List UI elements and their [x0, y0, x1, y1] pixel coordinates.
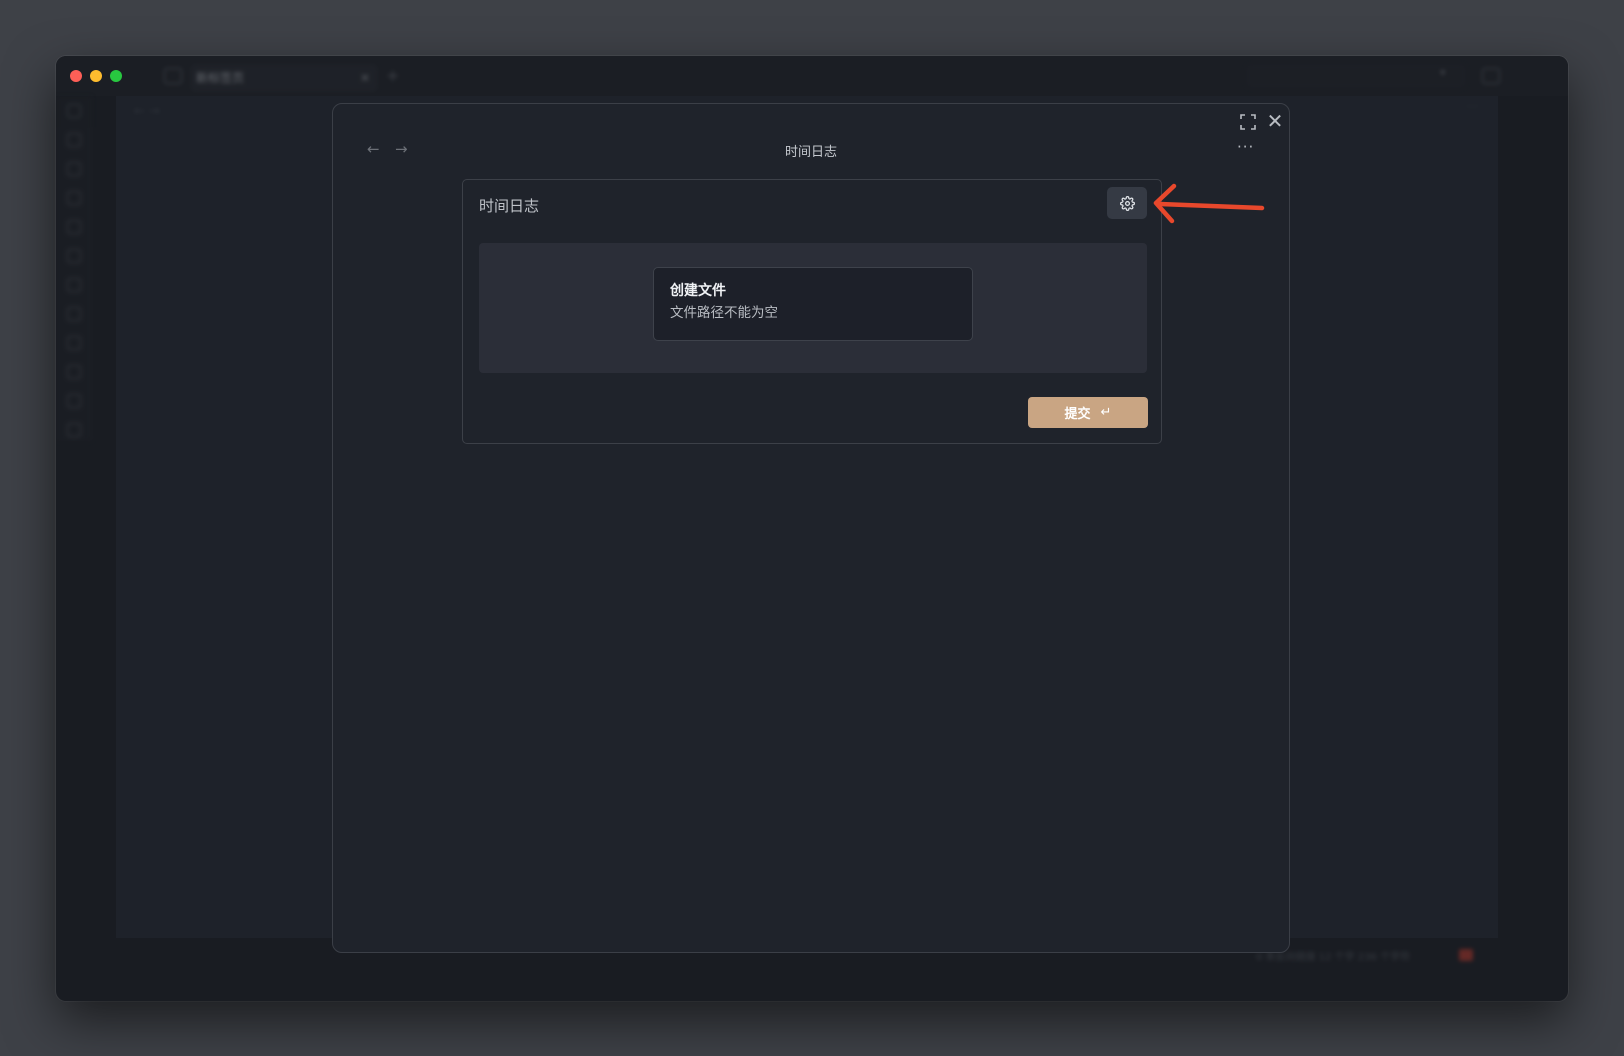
status-bar: 0 条反向链接 12 个字 236 个字符 — [1256, 952, 1411, 963]
status-badge[interactable] — [1459, 949, 1473, 961]
ribbon-icon[interactable] — [67, 162, 81, 176]
ribbon-icon[interactable] — [67, 423, 81, 437]
right-sidebar-toggle-icon[interactable] — [1482, 68, 1500, 84]
workspace-more-icon[interactable]: ··· — [1466, 100, 1478, 115]
minimize-window-button[interactable] — [90, 70, 102, 82]
notice-title: 创建文件 — [670, 283, 726, 299]
ribbon-icon[interactable] — [67, 249, 81, 263]
submit-label: 提交 — [1064, 407, 1091, 422]
close-window-button[interactable] — [70, 70, 82, 82]
ribbon-icon[interactable] — [67, 220, 81, 234]
ribbon-icon[interactable] — [67, 365, 81, 379]
left-ribbon — [56, 96, 92, 441]
titlebar-search[interactable] — [1246, 64, 1466, 88]
titlebar: 新标签页 ✕ + ▾ — [56, 56, 1568, 96]
notice-message: 文件路径不能为空 — [670, 305, 778, 321]
tab-label: 新标签页 — [196, 71, 245, 85]
gear-icon — [1119, 195, 1135, 211]
ribbon-icon[interactable] — [67, 278, 81, 292]
enter-icon: ↵ — [1100, 405, 1112, 420]
notice-card: 创建文件 文件路径不能为空 — [653, 267, 973, 341]
time-log-panel: 时间日志 创建文件 文件路径不能为空 提交 ↵ — [462, 179, 1162, 444]
sidebar-toggle-icon[interactable] — [164, 68, 182, 84]
ribbon-icon[interactable] — [67, 104, 81, 118]
ribbon-icon[interactable] — [67, 307, 81, 321]
annotation-arrow-icon — [1153, 183, 1265, 224]
submit-button[interactable]: 提交 ↵ — [1028, 397, 1148, 428]
time-log-modal: ✕ ← → 时间日志 ··· 时间日志 创建文件 文件路径不能为空 提交 ↵ — [332, 103, 1290, 953]
modal-title: 时间日志 — [784, 145, 837, 160]
new-tab-button[interactable]: + — [386, 64, 399, 88]
maximize-window-button[interactable] — [110, 70, 122, 82]
ribbon-icon[interactable] — [67, 394, 81, 408]
ribbon-icon[interactable] — [67, 191, 81, 205]
ribbon-icon[interactable] — [67, 133, 81, 147]
settings-button[interactable] — [1107, 187, 1147, 219]
chevron-down-icon[interactable]: ▾ — [1440, 66, 1446, 79]
notice-area: 创建文件 文件路径不能为空 — [479, 243, 1147, 373]
ribbon-icon[interactable] — [67, 336, 81, 350]
close-icon[interactable]: ✕ — [1265, 111, 1285, 132]
panel-title: 时间日志 — [479, 197, 540, 215]
workspace-nav-icons[interactable]: ← → — [134, 104, 160, 119]
tab-new[interactable]: 新标签页 ✕ — [190, 64, 378, 92]
tab-close-icon[interactable]: ✕ — [360, 64, 370, 92]
more-options-icon[interactable]: ··· — [1237, 138, 1254, 156]
expand-icon[interactable] — [1239, 114, 1257, 132]
